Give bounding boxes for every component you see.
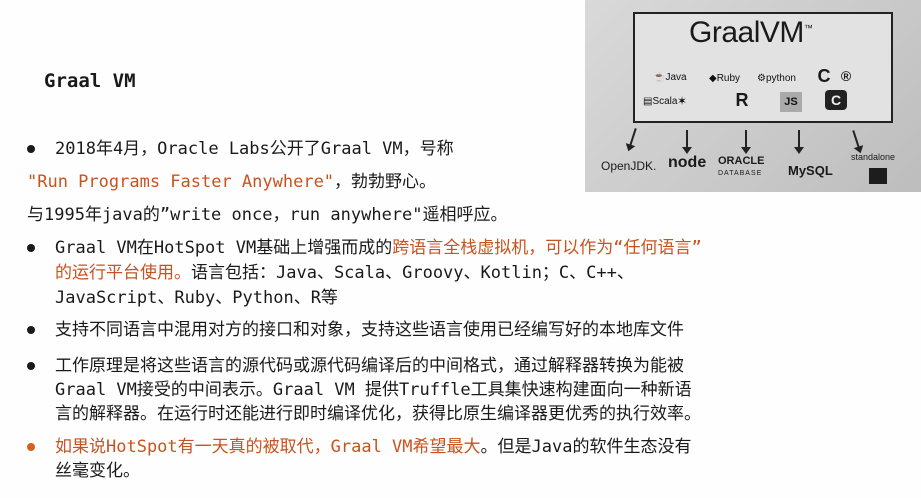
r-icon: R — [735, 89, 749, 110]
slogan-tail: ，勃勃野心。 — [334, 172, 437, 192]
c-icon: C — [817, 65, 831, 86]
bullet-text-cont: JavaScript、Ruby、Python、R等 — [55, 288, 338, 308]
page-title: Graal VM — [44, 70, 136, 92]
text-span: Graal VM在HotSpot VM基础上增强而成的 — [55, 238, 393, 258]
bullet-text-cont: "Run Programs Faster Anywhere"，勃勃野心。 — [27, 170, 436, 194]
bullet-text: 2018年4月，Oracle Labs公开了Graal VM，号称 — [55, 139, 454, 159]
node-logo: node — [668, 154, 707, 171]
bullet-text: 工作原理是将这些语言的源代码或源代码编译后的中间格式，通过解释器转换为能被 — [55, 356, 684, 376]
highlight-span: 的运行平台使用。 — [55, 263, 191, 283]
arrow-mysql — [794, 130, 804, 154]
mysql-logo: MySQL — [788, 163, 833, 178]
slogan: "Run Programs Faster Anywhere" — [27, 172, 335, 192]
openjdk-logo: OpenJDK. — [601, 159, 657, 173]
bullet-text-cont: 的运行平台使用。语言包括：Java、Scala、Groovy、Kotlin；C、… — [55, 261, 634, 285]
r-circle-icon: ® — [840, 68, 852, 84]
graalvm-diagram-photo: GraalVM™ ☕Java ◆Ruby ⚙python C ® ▤Scala … — [585, 0, 921, 192]
scala-label: ▤Scala — [643, 96, 678, 107]
text-span: 。但是Java的软件生态没有 — [480, 437, 692, 457]
bullet — [27, 244, 35, 252]
groovy-icon: ✶ — [677, 94, 688, 108]
bullet — [27, 145, 35, 153]
highlight-span: 跨语言全栈虚拟机，可以作为“任何语言” — [392, 238, 702, 258]
highlight-span: 如果说HotSpot有一天真的被取代，Graal VM希望最大 — [55, 437, 481, 457]
ruby-label: ◆Ruby — [709, 73, 741, 84]
standalone-label: standalone — [851, 152, 896, 162]
arrow-openjdk — [629, 128, 637, 146]
bullet-text-cont: Graal VM接受的中间表示。Graal VM 提供Truffle工具集快速构… — [55, 380, 692, 400]
text-span: 语言包括：Java、Scala、Groovy、Kotlin；C、C++、 — [191, 263, 634, 283]
bullet-text: 支持不同语言中混用对方的接口和对象，支持这些语言使用已经编写好的本地库文件 — [55, 320, 684, 340]
bullet-text-cont: 丝毫变化。 — [55, 461, 140, 481]
arrow-oracle — [741, 130, 751, 154]
bullet — [27, 443, 35, 451]
bullet — [27, 326, 35, 334]
bullet-text: 如果说HotSpot有一天真的被取代，Graal VM希望最大。但是Java的软… — [55, 435, 691, 459]
java-label: ☕Java — [653, 72, 687, 83]
python-label: ⚙python — [757, 73, 796, 84]
oracle-database-label: DATABASE — [718, 170, 763, 177]
arrow-node — [682, 130, 692, 154]
standalone-terminal-icon — [869, 168, 887, 184]
bullet — [27, 362, 35, 370]
cpp-icon: C — [825, 90, 847, 110]
oracle-logo: ORACLE — [718, 155, 765, 167]
graalvm-logo-text: GraalVM™ — [689, 16, 813, 49]
bullet-text: Graal VM在HotSpot VM基础上增强而成的跨语言全栈虚拟机，可以作为… — [55, 236, 702, 260]
bullet-text-cont: 言的解释器。在运行时还能进行即时编译优化，获得比原生编译器更优秀的执行效率。 — [55, 404, 701, 424]
bullet-text-cont: 与1995年java的”write once，run anywhere"遥相呼应… — [27, 205, 508, 225]
js-icon: JS — [780, 92, 802, 112]
arrow-standalone — [852, 130, 860, 148]
